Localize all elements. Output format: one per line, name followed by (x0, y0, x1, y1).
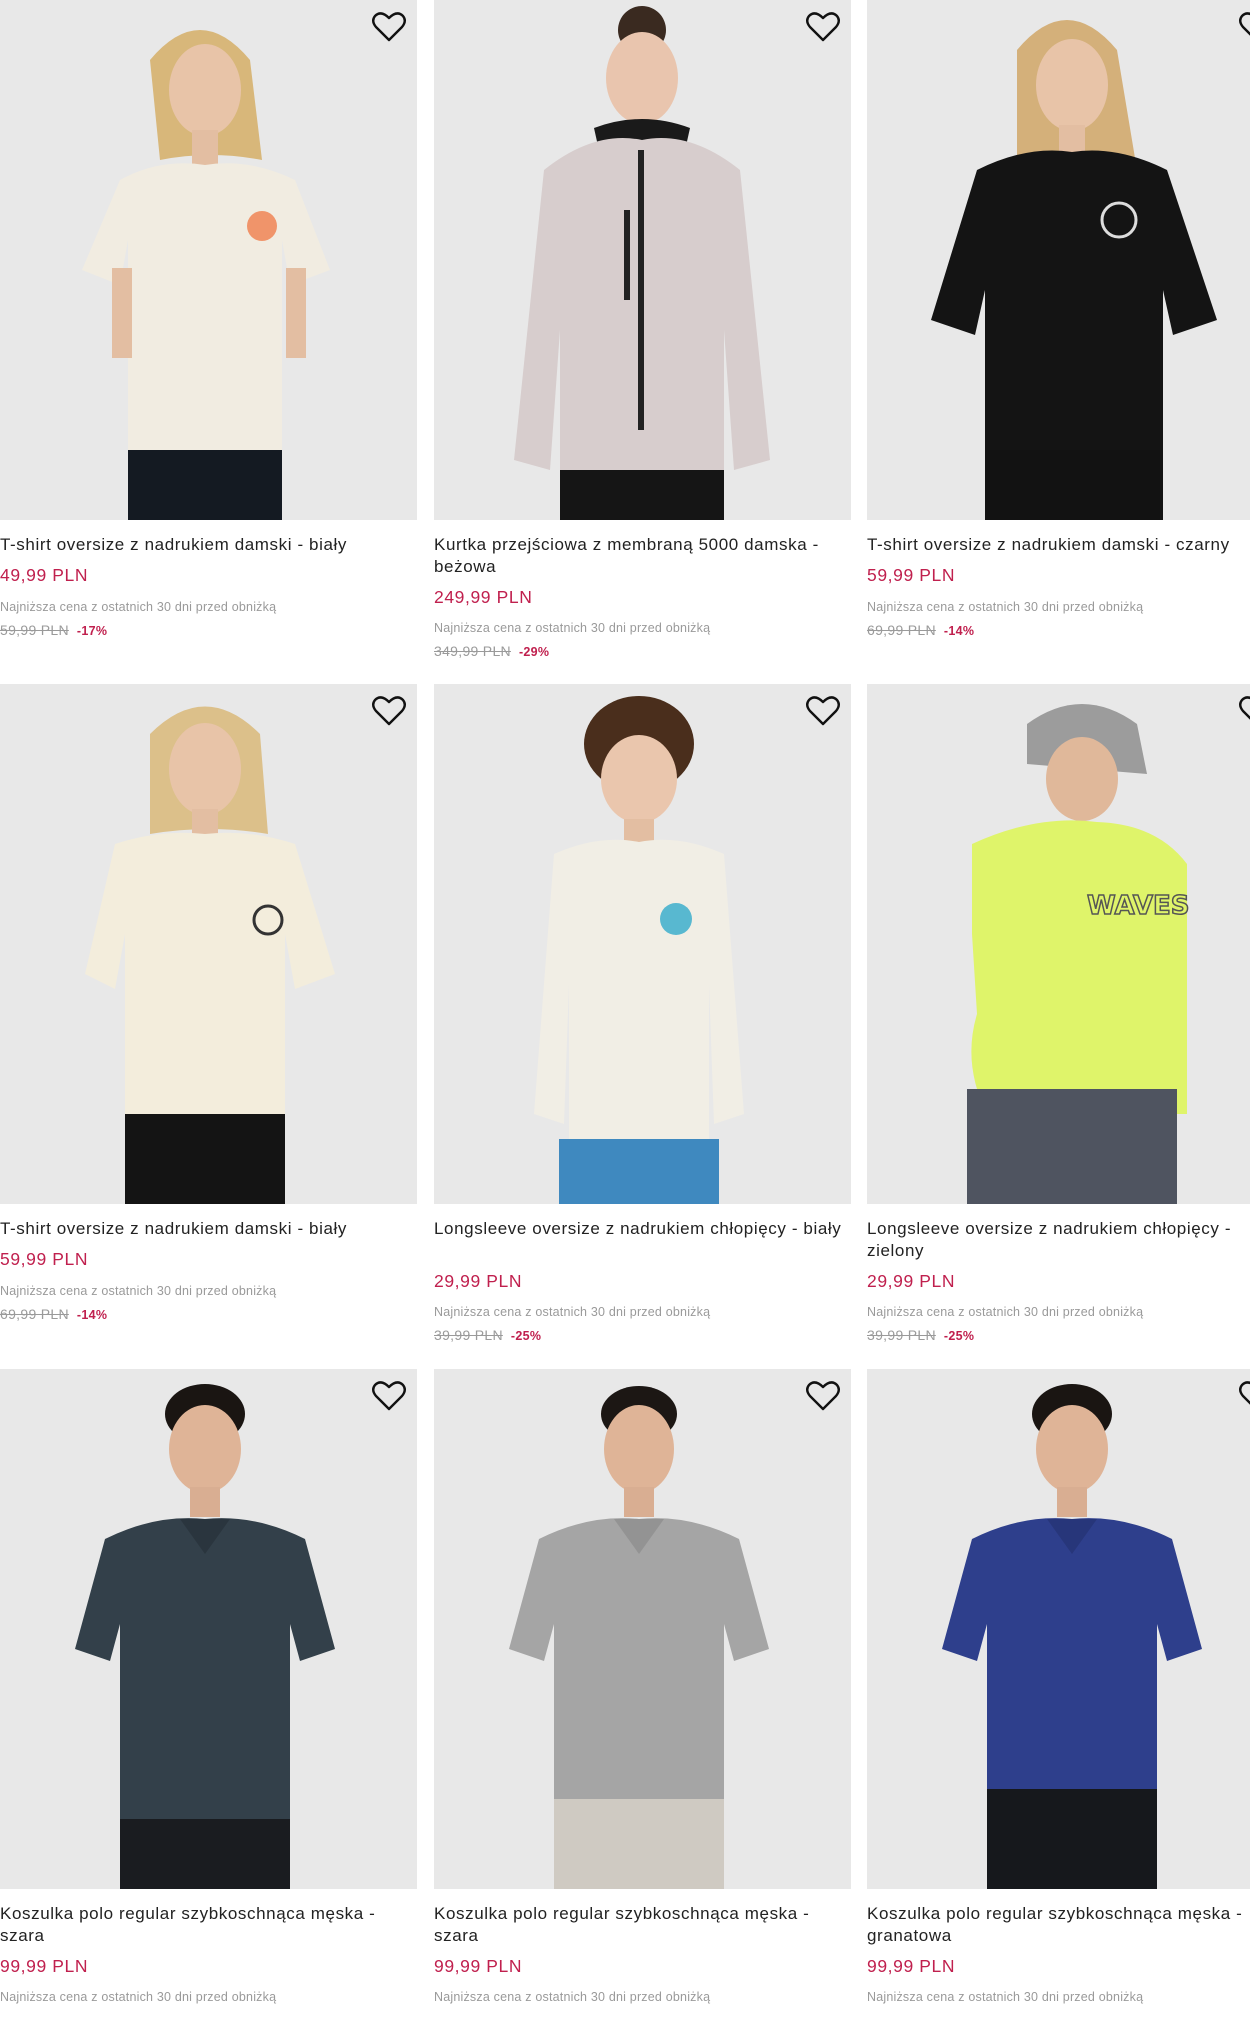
product-image[interactable] (434, 684, 851, 1204)
product-card[interactable]: Longsleeve oversize z nadrukiem chłopięc… (434, 684, 851, 1354)
heart-outline-icon[interactable] (1238, 694, 1250, 728)
heart-outline-icon[interactable] (371, 10, 407, 44)
product-price: 59,99 PLN (0, 1249, 89, 1269)
product-price: 99,99 PLN (867, 1956, 956, 1976)
product-image[interactable] (434, 1369, 851, 1889)
product-card[interactable]: Koszulka polo regular szybkoschnąca męsk… (0, 1369, 417, 2039)
old-price: 59,99 PLN (0, 622, 69, 638)
old-price: 39,99 PLN (434, 1327, 503, 1343)
product-image[interactable] (0, 0, 417, 520)
heart-outline-icon[interactable] (805, 694, 841, 728)
product-image[interactable] (0, 1369, 417, 1889)
product-price: 249,99 PLN (434, 587, 533, 607)
lowest-price-label: Najniższa cena z ostatnich 30 dni przed … (0, 1990, 277, 2004)
old-price-row: 39,99 PLN -25% (434, 1327, 541, 1343)
discount-badge: -17% (76, 624, 108, 638)
product-card[interactable]: T-shirt oversize z nadrukiem damski - cz… (867, 0, 1250, 670)
old-price-row: 59,99 PLN -17% (0, 622, 107, 638)
product-title[interactable]: Koszulka polo regular szybkoschnąca męsk… (0, 1903, 417, 1947)
product-image[interactable]: WAVES (867, 684, 1250, 1204)
svg-text:WAVES: WAVES (1087, 891, 1189, 921)
discount-badge: -29% (518, 645, 550, 659)
old-price-row: 69,99 PLN -14% (0, 1306, 107, 1322)
heart-outline-icon[interactable] (371, 1379, 407, 1413)
old-price: 69,99 PLN (0, 1306, 69, 1322)
product-title[interactable]: Longsleeve oversize z nadrukiem chłopięc… (434, 1218, 851, 1240)
product-price: 59,99 PLN (867, 565, 956, 585)
discount-badge: -25% (943, 1329, 975, 1343)
product-image[interactable] (434, 0, 851, 520)
lowest-price-label: Najniższa cena z ostatnich 30 dni przed … (867, 1990, 1144, 2004)
lowest-price-label: Najniższa cena z ostatnich 30 dni przed … (867, 600, 1144, 614)
old-price: 69,99 PLN (867, 622, 936, 638)
product-card[interactable]: T-shirt oversize z nadrukiem damski - bi… (0, 0, 417, 670)
product-price: 99,99 PLN (434, 1956, 523, 1976)
product-title[interactable]: T-shirt oversize z nadrukiem damski - bi… (0, 1218, 417, 1240)
product-image[interactable] (867, 1369, 1250, 1889)
heart-outline-icon[interactable] (805, 1379, 841, 1413)
product-title[interactable]: T-shirt oversize z nadrukiem damski - cz… (867, 534, 1250, 556)
lowest-price-label: Najniższa cena z ostatnich 30 dni przed … (434, 1305, 711, 1319)
product-price: 99,99 PLN (0, 1956, 89, 1976)
old-price-row: 39,99 PLN -25% (867, 1327, 974, 1343)
product-price: 49,99 PLN (0, 565, 89, 585)
discount-badge: -25% (510, 1329, 542, 1343)
lowest-price-label: Najniższa cena z ostatnich 30 dni przed … (867, 1305, 1144, 1319)
product-card[interactable]: WAVES Longsleeve oversize z nadrukiem ch… (867, 684, 1250, 1354)
old-price-row: 349,99 PLN -29% (434, 643, 549, 659)
old-price: 39,99 PLN (867, 1327, 936, 1343)
old-price-row: 69,99 PLN -14% (867, 622, 974, 638)
product-title[interactable]: Koszulka polo regular szybkoschnąca męsk… (867, 1903, 1250, 1947)
product-card[interactable]: Kurtka przejściowa z membraną 5000 damsk… (434, 0, 851, 670)
product-card[interactable]: Koszulka polo regular szybkoschnąca męsk… (434, 1369, 851, 2039)
product-title[interactable]: T-shirt oversize z nadrukiem damski - bi… (0, 534, 417, 556)
heart-outline-icon[interactable] (1238, 10, 1250, 44)
discount-badge: -14% (943, 624, 975, 638)
lowest-price-label: Najniższa cena z ostatnich 30 dni przed … (0, 1284, 277, 1298)
lowest-price-label: Najniższa cena z ostatnich 30 dni przed … (0, 600, 277, 614)
product-card[interactable]: T-shirt oversize z nadrukiem damski - bi… (0, 684, 417, 1354)
product-image[interactable] (867, 0, 1250, 520)
heart-outline-icon[interactable] (1238, 1379, 1250, 1413)
product-title[interactable]: Koszulka polo regular szybkoschnąca męsk… (434, 1903, 851, 1947)
lowest-price-label: Najniższa cena z ostatnich 30 dni przed … (434, 1990, 711, 2004)
heart-outline-icon[interactable] (805, 10, 841, 44)
product-price: 29,99 PLN (867, 1271, 956, 1291)
product-grid: T-shirt oversize z nadrukiem damski - bi… (0, 0, 1250, 2014)
old-price: 349,99 PLN (434, 643, 511, 659)
product-card[interactable]: Koszulka polo regular szybkoschnąca męsk… (867, 1369, 1250, 2039)
product-image[interactable] (0, 684, 417, 1204)
product-title[interactable]: Longsleeve oversize z nadrukiem chłopięc… (867, 1218, 1250, 1262)
discount-badge: -14% (76, 1308, 108, 1322)
product-price: 29,99 PLN (434, 1271, 523, 1291)
heart-outline-icon[interactable] (371, 694, 407, 728)
lowest-price-label: Najniższa cena z ostatnich 30 dni przed … (434, 621, 711, 635)
product-title[interactable]: Kurtka przejściowa z membraną 5000 damsk… (434, 534, 851, 578)
